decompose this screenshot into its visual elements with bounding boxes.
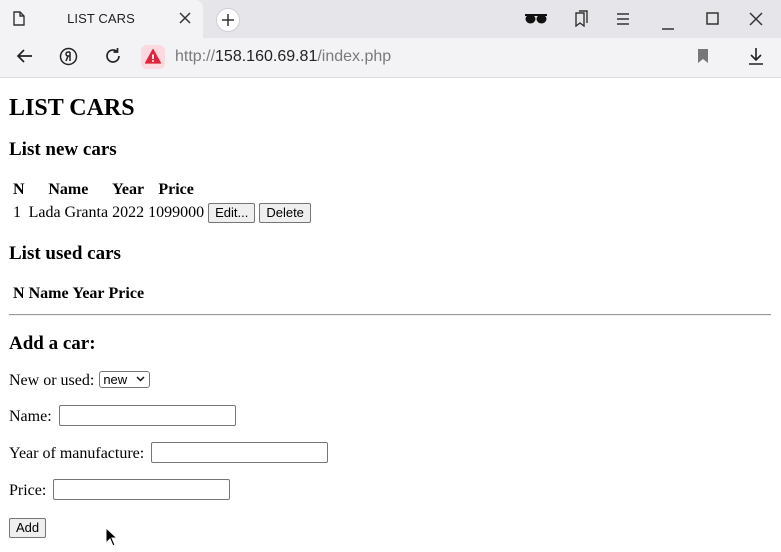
add-car-button[interactable]: Add [9, 518, 47, 538]
page-icon [13, 11, 25, 31]
menu-icon[interactable] [616, 12, 630, 30]
table-row: 1 Lada Granta 2022 1099000 Edit... Delet… [12, 202, 312, 224]
divider [9, 314, 771, 316]
cell-actions: Edit... Delete [207, 202, 312, 224]
column-header-price: Price [108, 285, 145, 302]
url-host: 158.160.69.81 [215, 48, 318, 65]
url-path: /index.php [317, 48, 392, 65]
navigation-bar: http://158.160.69.81/index.php [0, 38, 781, 77]
car-name-label: Name: [9, 408, 52, 426]
bookmark-icon[interactable] [697, 48, 709, 69]
car-type-row: New or used: new [9, 370, 151, 390]
used-cars-table: N Name Year Price [10, 282, 147, 306]
back-icon[interactable] [16, 47, 34, 70]
new-cars-heading: List new cars [9, 139, 117, 160]
column-header-name: Name [48, 181, 89, 198]
cell-n: 1 [13, 204, 21, 221]
table-header-row: N Name Year Price [12, 180, 312, 200]
browser-tab[interactable]: LIST CARS [0, 0, 203, 38]
table-header-row: N Name Year Price [12, 284, 145, 304]
column-header-year: Year [72, 285, 105, 302]
address-bar[interactable]: http://158.160.69.81/index.php [175, 48, 391, 66]
mouse-cursor-icon [105, 526, 119, 552]
yandex-icon[interactable] [59, 47, 78, 71]
column-header-n: N [13, 285, 25, 302]
page-title: LIST CARS [9, 95, 135, 121]
used-cars-heading: List used cars [9, 243, 121, 264]
reader-glasses-icon[interactable] [524, 12, 548, 31]
maximize-icon[interactable] [706, 12, 719, 30]
cell-name: Lada Granta [28, 204, 109, 221]
car-type-value: new [103, 371, 128, 387]
tab-strip: LIST CARS [0, 0, 781, 38]
column-header-name: Name [28, 285, 69, 302]
tab-close-icon[interactable] [178, 11, 192, 30]
car-name-input[interactable] [58, 405, 236, 426]
car-year-input[interactable] [151, 442, 329, 463]
reload-icon[interactable] [104, 47, 122, 70]
url-protocol: http:// [175, 48, 216, 65]
cell-price: 1099000 [148, 204, 205, 221]
tab-title: LIST CARS [67, 11, 135, 26]
add-row: Add [9, 518, 47, 538]
car-year-label: Year of manufacture: [9, 445, 145, 463]
car-price-input[interactable] [53, 479, 231, 500]
column-header-price: Price [158, 181, 194, 198]
car-price-label: Price: [9, 482, 47, 500]
edit-button[interactable]: Edit... [208, 203, 256, 223]
cell-year: 2022 [112, 204, 145, 221]
chevron-down-icon [136, 376, 145, 382]
car-type-select[interactable]: new [99, 370, 151, 388]
collections-icon[interactable] [572, 10, 588, 32]
car-year-row: Year of manufacture: [9, 442, 329, 465]
browser-chrome: LIST CARS http://158.160.69.81/index.php [0, 0, 781, 78]
delete-button[interactable]: Delete [259, 203, 311, 223]
close-window-icon[interactable] [749, 12, 763, 31]
add-car-heading: Add a car: [9, 333, 96, 354]
security-warning-icon[interactable] [141, 45, 165, 69]
column-header-n: N [13, 181, 25, 198]
car-price-row: Price: [9, 479, 231, 502]
car-type-label: New or used: [9, 372, 95, 389]
new-cars-table: N Name Year Price 1 Lada Granta 2022 109… [10, 178, 314, 226]
column-header-year: Year [112, 181, 145, 198]
download-icon[interactable] [748, 47, 764, 70]
car-name-row: Name: [9, 405, 236, 428]
new-tab-icon[interactable] [216, 8, 240, 32]
minimize-icon[interactable] [661, 18, 675, 36]
